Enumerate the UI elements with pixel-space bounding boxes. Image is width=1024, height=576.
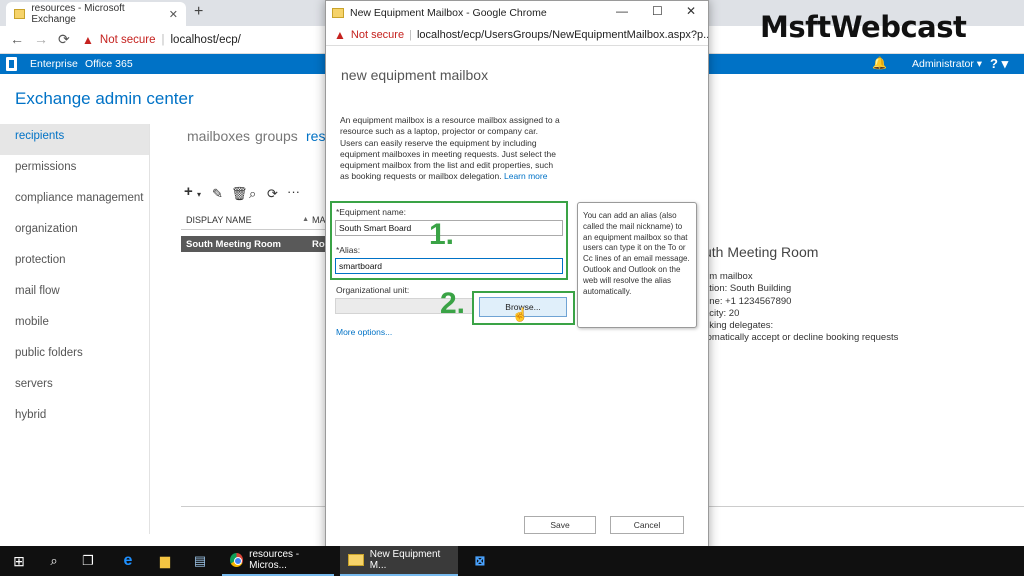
alias-help-tooltip: You can add an alias (also called the ma… — [577, 202, 697, 328]
exchange-icon — [348, 554, 364, 566]
bell-icon[interactable]: 🔔 — [872, 56, 887, 70]
save-button[interactable]: Save — [524, 516, 596, 534]
exchange-window-icon — [332, 7, 344, 18]
chrome-icon — [230, 553, 244, 567]
nav-item-compliance-management[interactable]: compliance management — [0, 186, 150, 217]
minimize-icon[interactable]: — — [616, 4, 628, 18]
chevron-down-icon[interactable]: ▾ — [197, 190, 201, 199]
row-display-name: South Meeting Room — [186, 238, 281, 250]
browser-tab[interactable]: resources - Microsoft Exchange ✕ — [6, 2, 186, 26]
exchange-tab-icon — [14, 9, 26, 19]
popup-url-text: localhost/ecp/UsersGroups/NewEquipmentMa… — [416, 28, 708, 41]
user-menu[interactable]: Administrator ▾ — [912, 58, 982, 70]
help-icon[interactable]: ? ▾ — [990, 56, 1008, 72]
taskbar-app-resources[interactable]: resources - Micros... — [222, 546, 334, 576]
task-view-icon[interactable]: ❐ — [80, 550, 96, 572]
detail-line: tomatically accept or decline booking re… — [704, 332, 899, 344]
nav-item-mobile[interactable]: mobile — [0, 310, 150, 341]
edit-icon[interactable]: ✎ — [212, 186, 223, 202]
internet-explorer-icon[interactable]: e — [118, 550, 138, 572]
taskbar: ⊞ ⌕ ❐ e ▆ ▤ resources - Micros... New Eq… — [0, 546, 1024, 576]
warning-icon: ▲ — [334, 27, 346, 42]
detail-pane: om mailbox ation: South Building one: +1… — [704, 271, 898, 345]
watermark-logo: MsftWebcast — [760, 10, 967, 44]
grid-header: DISPLAY NAME ▲ MA — [181, 210, 331, 230]
office365-link[interactable]: Office 365 — [85, 58, 133, 70]
file-explorer-icon[interactable]: ▆ — [155, 550, 175, 572]
maximize-icon[interactable]: ☐ — [652, 4, 663, 18]
learn-more-link[interactable]: Learn more — [504, 171, 547, 181]
detail-line: one: +1 1234567890 — [704, 295, 792, 307]
cancel-button[interactable]: Cancel — [610, 516, 684, 534]
popup-window-title: New Equipment Mailbox - Google Chrome — [350, 6, 547, 19]
office-logo-icon[interactable] — [6, 57, 17, 71]
close-icon[interactable]: ✕ — [169, 8, 178, 21]
nav-item-mail-flow[interactable]: mail flow — [0, 279, 150, 310]
search-icon[interactable]: ⌕ — [46, 550, 62, 572]
dialog-heading: new equipment mailbox — [341, 67, 489, 83]
address-separator: | — [161, 34, 165, 46]
help-glyph: ? — [990, 56, 998, 71]
server-manager-icon[interactable]: ▤ — [190, 550, 210, 572]
close-icon[interactable]: ✕ — [686, 4, 696, 18]
table-row[interactable]: South Meeting Room Roo — [181, 236, 331, 252]
column-mailbox-type[interactable]: MA — [312, 215, 326, 225]
tab-mailboxes[interactable]: mailboxes — [187, 128, 250, 144]
taskbar-app-new-equipment[interactable]: New Equipment M... — [340, 546, 458, 576]
sort-ascending-icon: ▲ — [302, 216, 309, 223]
user-name: Administrator — [912, 58, 974, 70]
hand-cursor-icon: ☝ — [512, 307, 529, 322]
refresh-icon[interactable]: ⟳ — [267, 186, 278, 202]
address-separator: | — [409, 28, 412, 41]
taskbar-app-label: resources - Micros... — [249, 549, 300, 571]
annotation-step2: 2. — [440, 287, 466, 320]
exchange-powershell-icon[interactable]: ⊠ — [470, 550, 490, 572]
tab-groups[interactable]: groups — [255, 128, 298, 144]
dialog-description: An equipment mailbox is a resource mailb… — [340, 115, 562, 183]
delete-icon[interactable]: 🗑 — [231, 186, 248, 202]
more-icon[interactable]: ··· — [287, 184, 300, 199]
column-display-name[interactable]: DISPLAY NAME — [181, 215, 252, 225]
annotation-step1: 1. — [429, 218, 455, 251]
popup-address-bar[interactable]: ▲ Not secure | localhost/ecp/UsersGroups… — [326, 24, 708, 46]
detail-line: oking delegates: — [704, 320, 774, 332]
nav-item-recipients[interactable]: recipients — [0, 124, 150, 155]
browser-tab-title: resources - Microsoft Exchange — [31, 3, 125, 25]
search-icon[interactable]: ⌕ — [249, 186, 256, 202]
reload-icon[interactable]: ⟳ — [58, 31, 70, 48]
nav-item-permissions[interactable]: permissions — [0, 155, 150, 186]
organizational-unit-label: Organizational unit: — [336, 285, 410, 295]
forward-icon[interactable]: → — [34, 31, 48, 47]
back-icon[interactable]: ← — [10, 31, 24, 47]
nav-item-public-folders[interactable]: public folders — [0, 341, 150, 372]
nav-divider — [149, 124, 150, 534]
taskbar-app-label: New Equipment M... — [369, 549, 441, 571]
detail-line: ation: South Building — [704, 283, 792, 295]
nav-item-servers[interactable]: servers — [0, 372, 150, 403]
windows-start-icon[interactable]: ⊞ — [12, 550, 26, 572]
not-secure-label: Not secure — [99, 34, 156, 46]
page-title: Exchange admin center — [15, 89, 194, 108]
left-nav: recipients permissions compliance manage… — [0, 124, 150, 434]
not-secure-label: Not secure — [350, 28, 405, 41]
add-icon[interactable]: + — [184, 183, 193, 200]
detail-title: uth Meeting Room — [704, 244, 819, 260]
nav-item-organization[interactable]: organization — [0, 217, 150, 248]
nav-item-protection[interactable]: protection — [0, 248, 150, 279]
detail-line: om mailbox — [704, 271, 753, 282]
popup-title-bar: New Equipment Mailbox - Google Chrome — … — [326, 1, 708, 24]
detail-line: acity: 20 — [704, 307, 740, 319]
warning-icon: ▲ — [82, 33, 94, 47]
enterprise-link[interactable]: Enterprise — [30, 58, 78, 70]
url-text: localhost/ecp/ — [170, 34, 241, 46]
nav-item-hybrid[interactable]: hybrid — [0, 403, 150, 434]
new-tab-icon[interactable]: + — [194, 3, 203, 21]
more-options-link[interactable]: More options... — [336, 327, 392, 337]
